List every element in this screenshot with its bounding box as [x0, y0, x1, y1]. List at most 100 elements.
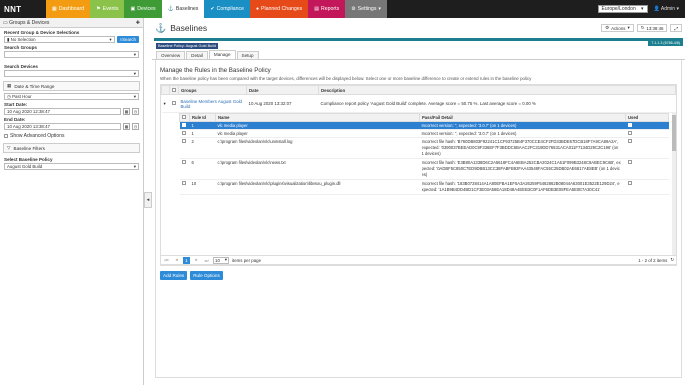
- scrollbar-thumb[interactable]: [672, 115, 676, 151]
- checkbox[interactable]: [172, 87, 176, 92]
- current-page[interactable]: 1: [183, 256, 190, 264]
- sidebar-title: Groups & Devices: [9, 19, 50, 26]
- checkbox[interactable]: [181, 123, 186, 127]
- col-header-groups[interactable]: Groups: [178, 85, 247, 95]
- group-name[interactable]: Baseline Members August Gold Build: [178, 94, 247, 113]
- nav-tab-compliance[interactable]: ✔ Compliance: [204, 0, 250, 18]
- checkbox[interactable]: [4, 134, 8, 138]
- used-checkbox[interactable]: [627, 131, 632, 135]
- checkbox[interactable]: [181, 139, 186, 143]
- devices-icon: ▣: [130, 6, 136, 12]
- refresh-time-button[interactable]: ↻ 13:38:46: [636, 24, 668, 32]
- rule-id: 1: [189, 129, 216, 138]
- nav-tab-reports[interactable]: ▤ Reports: [308, 0, 346, 18]
- nav-label: Dashboard: [58, 6, 85, 12]
- section-title: Baseline Filters: [13, 145, 45, 151]
- used-checkbox[interactable]: [627, 139, 632, 143]
- rule-row[interactable]: 2 c:\program files\videolan\vlc\uninstal…: [179, 137, 669, 159]
- nnt-logo[interactable]: NNT: [0, 0, 46, 18]
- col-header-pass-fail[interactable]: Pass/Fail Detail: [419, 113, 626, 122]
- advanced-options-toggle[interactable]: Show Advanced Options: [0, 133, 143, 139]
- baseline-policy-select[interactable]: August Gold Build ▾: [4, 163, 139, 170]
- page-size-select[interactable]: 10 ▾: [213, 256, 229, 264]
- tab-detail[interactable]: Detail: [186, 51, 208, 59]
- scrollbar[interactable]: [672, 113, 676, 255]
- select-col[interactable]: [179, 113, 190, 122]
- checkbox[interactable]: [171, 101, 176, 105]
- checkbox[interactable]: [181, 160, 186, 164]
- actions-button[interactable]: ⚙ Actions ▾: [601, 24, 634, 32]
- search-button[interactable]: ⌕ Search: [116, 36, 139, 43]
- add-rules-button[interactable]: Add Rules: [160, 271, 188, 280]
- calendar-icon[interactable]: ▦: [123, 108, 130, 115]
- section-title: Date & Time Range: [14, 83, 55, 89]
- checkbox[interactable]: [181, 181, 186, 185]
- clock-icon: ◷: [7, 93, 11, 99]
- clock-icon[interactable]: ◷: [132, 108, 139, 115]
- nav-tab-baselines[interactable]: ⚓ Baselines: [161, 0, 205, 18]
- calendar-icon[interactable]: ▦: [123, 123, 130, 130]
- prev-page-icon[interactable]: ◂: [173, 257, 180, 264]
- nav-tab-dashboard[interactable]: ▦ Dashboard: [46, 0, 91, 18]
- used-checkbox[interactable]: [627, 123, 632, 127]
- rule-row[interactable]: 1 vlc media player Incorrect version: ''…: [179, 129, 669, 138]
- rule-options-button[interactable]: Rule Options: [190, 271, 223, 280]
- rule-row[interactable]: 10 c:\program files\videolan\vlc\plugins…: [179, 179, 669, 195]
- rule-name: c:\program files\videolan\vlc\uninstall.…: [215, 137, 420, 159]
- checkbox[interactable]: [181, 131, 186, 135]
- rule-row[interactable]: 1 vlc media player Incorrect version: ''…: [179, 121, 669, 130]
- rule-detail: Incorrect version: '', expected: '3.0.7'…: [419, 129, 626, 138]
- last-page-icon[interactable]: ⏭: [203, 257, 210, 264]
- rule-id: 1: [189, 121, 216, 130]
- date-time-range-section[interactable]: ▦ Date & Time Range: [3, 81, 140, 91]
- start-date-input[interactable]: 10 Aug 2020 12:38:47: [4, 108, 121, 115]
- baseline-filters-section[interactable]: ▽ Baseline Filters: [3, 143, 140, 153]
- nav-tab-planned-changes[interactable]: ● Planned Changes: [250, 0, 309, 18]
- nav-label: Reports: [321, 6, 340, 12]
- range-select[interactable]: ◷ Past Hour ▾: [4, 93, 139, 100]
- rule-detail: Incorrect version: '', expected: '3.0.7'…: [419, 121, 626, 130]
- used-checkbox[interactable]: [627, 181, 632, 185]
- col-header-used[interactable]: Used: [625, 113, 669, 122]
- search-devices-label: Search Devices: [4, 64, 38, 69]
- checkbox[interactable]: [182, 115, 186, 119]
- col-header-rule-id[interactable]: Rule Id: [189, 113, 216, 122]
- search-devices-select[interactable]: ▾: [4, 70, 139, 77]
- clock-icon[interactable]: ◷: [132, 123, 139, 130]
- tab-setup[interactable]: Setup: [236, 51, 259, 59]
- search-button-label: Search: [122, 37, 136, 42]
- refresh-icon[interactable]: ↻: [670, 257, 674, 263]
- first-page-icon[interactable]: ⏮: [163, 257, 170, 264]
- page-size-value: 10: [215, 257, 220, 263]
- timezone-select[interactable]: Europe/London ▾: [597, 5, 648, 13]
- nav-tab-devices[interactable]: ▣ Devices: [124, 0, 162, 18]
- nav-tab-settings[interactable]: ⚙ Settings ▾: [345, 0, 388, 18]
- range-value: Past Hour: [12, 93, 32, 99]
- group-row[interactable]: ▾ Baseline Members August Gold Build 10 …: [161, 94, 676, 113]
- search-groups-select[interactable]: ▾: [4, 51, 139, 58]
- select-all-col[interactable]: [169, 85, 179, 95]
- expand-toggle[interactable]: ▾: [161, 94, 170, 113]
- select-baseline-label: Select Baseline Policy: [4, 157, 53, 162]
- end-date-label: End Date:: [4, 117, 26, 122]
- filter-icon: ▽: [7, 145, 11, 150]
- pin-icon[interactable]: ✚: [136, 20, 140, 26]
- col-header-name[interactable]: Name: [215, 113, 420, 122]
- col-header-description[interactable]: Description: [318, 85, 676, 95]
- next-page-icon[interactable]: ▸: [193, 257, 200, 264]
- recent-selections-select[interactable]: ▮ No Selection ▾: [4, 36, 115, 43]
- fullscreen-button[interactable]: ⤢: [670, 24, 682, 32]
- top-navbar: NNT ▦ Dashboard ⚑ Events ▣ Devices ⚓ Baselin…: [0, 0, 685, 18]
- rule-row[interactable]: 6 c:\program files\videolan\vlc\news.txt…: [179, 158, 669, 180]
- logo-text: NNT: [4, 4, 22, 14]
- chevron-down-icon: ▾: [378, 6, 382, 12]
- tab-manage[interactable]: Manage: [208, 50, 236, 59]
- tab-overview[interactable]: Overview: [156, 51, 186, 59]
- col-header-date[interactable]: Date: [246, 85, 319, 95]
- sidebar-header: ▭ Groups & Devices ✚: [0, 18, 143, 28]
- admin-menu[interactable]: 👤 Admin ▾: [654, 6, 679, 12]
- sidebar-collapse-handle[interactable]: ◂: [144, 192, 152, 208]
- end-date-input[interactable]: 10 Aug 2020 13:38:47: [4, 123, 121, 130]
- used-checkbox[interactable]: [627, 160, 632, 164]
- nav-tab-events[interactable]: ⚑ Events: [90, 0, 125, 18]
